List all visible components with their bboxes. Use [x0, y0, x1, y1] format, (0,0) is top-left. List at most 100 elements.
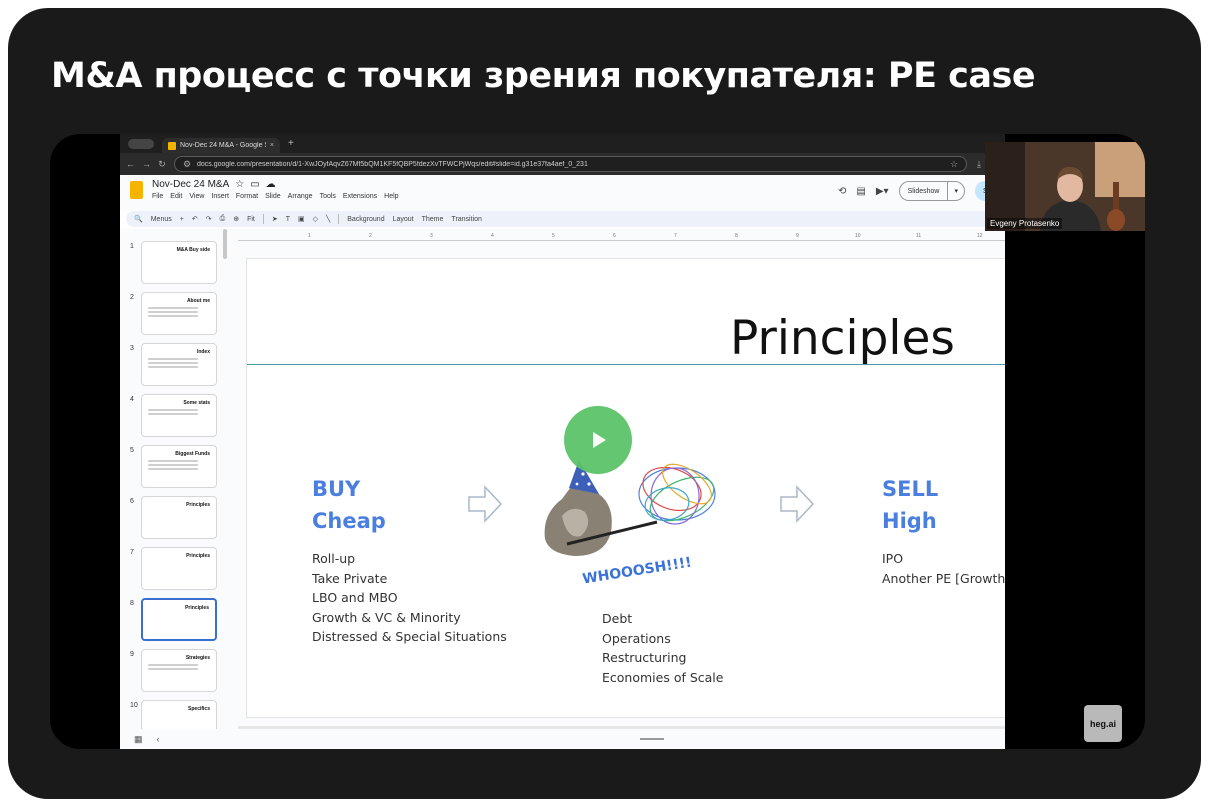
- play-button[interactable]: [564, 406, 632, 474]
- slide-thumbnail[interactable]: Specifics: [141, 700, 217, 729]
- right-arrow-icon: [780, 485, 815, 523]
- history-icon[interactable]: ⟲: [838, 186, 846, 197]
- menu-slide[interactable]: Slide: [265, 193, 281, 200]
- address-field[interactable]: ⚙ docs.google.com/presentation/d/1-XwJOy…: [174, 156, 967, 172]
- slide-thumbnail[interactable]: Principles: [141, 598, 217, 641]
- shape-icon[interactable]: ◇: [313, 215, 318, 223]
- slide-number: 5: [130, 447, 134, 454]
- menu-help[interactable]: Help: [384, 193, 398, 200]
- thumb-title: Biggest Funds: [175, 451, 210, 457]
- search-menus-label[interactable]: Menus: [151, 216, 172, 223]
- thumb-title: Principles: [185, 605, 209, 611]
- filmstrip-item[interactable]: 4 Some stats: [120, 394, 224, 440]
- menu-view[interactable]: View: [189, 193, 204, 200]
- slide-thumbnail[interactable]: Biggest Funds: [141, 445, 217, 488]
- ruler-tick: 5: [552, 233, 555, 239]
- list-item: Operations: [602, 630, 671, 646]
- slideshow-label: Slideshow: [907, 187, 940, 195]
- grid-view-icon[interactable]: ▦: [134, 734, 143, 745]
- textbox-icon[interactable]: T: [286, 216, 290, 223]
- list-item: Growth & VC & Minority: [312, 609, 461, 625]
- filmstrip-item[interactable]: 5 Biggest Funds: [120, 445, 224, 491]
- slides-logo-icon[interactable]: [130, 181, 143, 199]
- filmstrip-item-selected[interactable]: 8 Principles: [120, 598, 224, 644]
- filmstrip-item[interactable]: 10 Specifics: [120, 700, 224, 729]
- slide-title[interactable]: Principles: [730, 311, 955, 366]
- new-tab-icon[interactable]: +: [288, 138, 294, 149]
- select-tool-icon[interactable]: ➤: [272, 215, 278, 223]
- theme-button[interactable]: Theme: [422, 216, 444, 223]
- slide-thumbnail[interactable]: Some stats: [141, 394, 217, 437]
- menu-file[interactable]: File: [152, 193, 163, 200]
- zoom-select[interactable]: Fit: [247, 216, 255, 223]
- filmstrip-item[interactable]: 3 Index: [120, 343, 224, 389]
- site-settings-icon[interactable]: ⚙: [183, 159, 191, 170]
- star-icon[interactable]: ☆: [235, 179, 244, 190]
- sell-list[interactable]: IPO Another PE [Growth?]: [882, 549, 1005, 588]
- filmstrip-item[interactable]: 9 Strategies: [120, 649, 224, 695]
- list-item: Restructuring: [602, 650, 687, 665]
- undo-icon[interactable]: ↶: [192, 215, 198, 223]
- slide-thumbnail[interactable]: Strategies: [141, 649, 217, 692]
- horizontal-ruler: 1 2 3 4 5 6 7 8 9 10 11 12 13: [238, 233, 1005, 241]
- back-icon[interactable]: ←: [126, 159, 135, 169]
- list-item: Debt: [602, 611, 633, 626]
- folder-icon[interactable]: ▭: [250, 179, 259, 190]
- menu-tools[interactable]: Tools: [320, 193, 336, 200]
- comment-icon[interactable]: ▤: [856, 186, 865, 197]
- menu-edit[interactable]: Edit: [170, 193, 182, 200]
- reload-icon[interactable]: ↻: [158, 159, 166, 170]
- buy-heading[interactable]: BUY Cheap: [312, 473, 386, 537]
- middle-list[interactable]: Debt Operations Restructuring Economies …: [602, 609, 723, 687]
- print-icon[interactable]: ⎙: [220, 215, 226, 223]
- transition-button[interactable]: Transition: [451, 216, 481, 223]
- slide-thumbnail[interactable]: Principles: [141, 547, 217, 590]
- slide-thumbnail[interactable]: Principles: [141, 496, 217, 539]
- collapse-icon[interactable]: ‹: [157, 734, 160, 744]
- chevron-down-icon[interactable]: ▾: [947, 182, 964, 200]
- speaker-notes-handle[interactable]: [640, 738, 664, 740]
- filmstrip-item[interactable]: 2 About me: [120, 292, 224, 338]
- slide-thumbnail[interactable]: About me: [141, 292, 217, 335]
- menu-insert[interactable]: Insert: [211, 193, 229, 200]
- slide-thumbnail[interactable]: M&A Buy side: [141, 241, 217, 284]
- background-button[interactable]: Background: [347, 216, 384, 223]
- bookmark-star-icon[interactable]: ☆: [950, 159, 958, 170]
- filmstrip-scrollbar[interactable]: [223, 229, 227, 259]
- close-tab-icon[interactable]: ×: [270, 142, 274, 149]
- thumb-content: [148, 307, 198, 319]
- menu-arrange[interactable]: Arrange: [288, 193, 313, 200]
- add-slide-icon[interactable]: +: [180, 216, 184, 223]
- filmstrip-item[interactable]: 1 M&A Buy side: [120, 241, 224, 287]
- doc-title[interactable]: Nov-Dec 24 M&A: [152, 179, 229, 190]
- video-frame: Nov-Dec 24 M&A - Google Slides × + ← → ↻…: [50, 134, 1145, 749]
- zoom-icon[interactable]: ⊕: [233, 215, 239, 223]
- line-icon[interactable]: ╲: [326, 215, 330, 223]
- slide-canvas[interactable]: Principles BUY Cheap Roll-up Take Privat…: [246, 258, 1005, 718]
- redo-icon[interactable]: ↷: [206, 215, 212, 223]
- browser-tab[interactable]: Nov-Dec 24 M&A - Google Slides ×: [162, 138, 280, 153]
- slide-thumbnail[interactable]: Index: [141, 343, 217, 386]
- menu-extensions[interactable]: Extensions: [343, 193, 377, 200]
- meet-icon[interactable]: ▶▾: [876, 186, 889, 197]
- forward-icon[interactable]: →: [142, 159, 151, 169]
- download-icon[interactable]: ⤓: [975, 159, 983, 170]
- slideshow-button[interactable]: Slideshow ▾: [898, 181, 965, 201]
- buy-list[interactable]: Roll-up Take Private LBO and MBO Growth …: [312, 549, 507, 647]
- menu-format[interactable]: Format: [236, 193, 258, 200]
- search-menus-icon[interactable]: 🔍: [134, 215, 143, 223]
- sell-heading[interactable]: SELL High: [882, 473, 938, 537]
- ruler-tick: 7: [674, 233, 677, 239]
- filmstrip-item[interactable]: 6 Principles: [120, 496, 224, 542]
- filmstrip-item[interactable]: 7 Principles: [120, 547, 224, 593]
- layout-button[interactable]: Layout: [393, 216, 414, 223]
- horizontal-scrollbar[interactable]: [238, 726, 1005, 729]
- ruler-tick: 11: [916, 233, 922, 239]
- window-controls[interactable]: [128, 138, 154, 149]
- thumb-content: [148, 409, 198, 417]
- image-icon[interactable]: ▣: [298, 215, 305, 223]
- tab-title: Nov-Dec 24 M&A - Google Slides: [180, 142, 266, 149]
- slide-number: 3: [130, 345, 134, 352]
- slides-header: Nov-Dec 24 M&A ☆ ▭ ☁ File Edit View Inse…: [120, 175, 1005, 211]
- list-item: Economies of Scale: [602, 669, 724, 685]
